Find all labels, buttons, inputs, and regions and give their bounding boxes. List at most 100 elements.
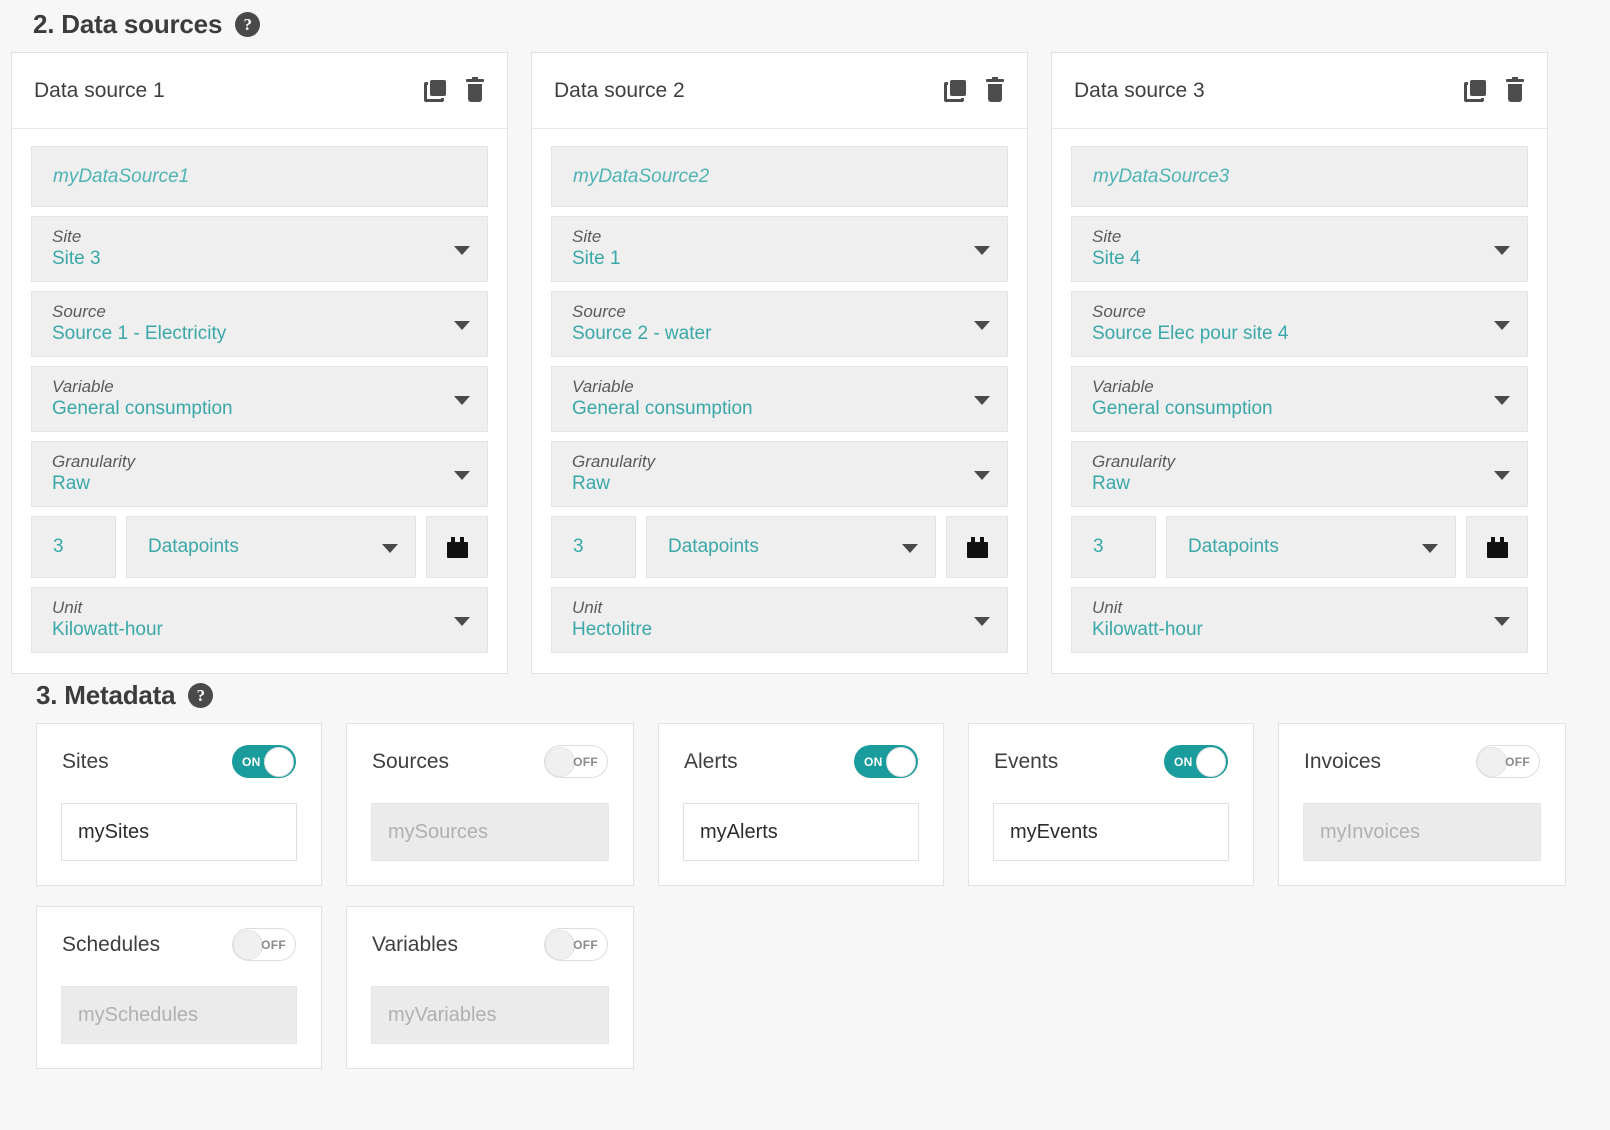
data-source-card-body: myDataSource1 SiteSite 3 SourceSource 1 - … bbox=[12, 129, 507, 673]
copy-icon[interactable] bbox=[424, 80, 446, 102]
metadata-name-input: mySources bbox=[371, 803, 609, 861]
trash-icon[interactable] bbox=[465, 79, 485, 102]
field-value: Source 2 - water bbox=[572, 322, 967, 346]
data-source-field-unit[interactable]: UnitKilowatt-hour bbox=[31, 587, 488, 653]
field-value: Kilowatt-hour bbox=[52, 618, 447, 642]
chevron-down-icon[interactable] bbox=[454, 246, 470, 255]
datapoints-mode-value: Datapoints bbox=[148, 536, 239, 558]
datapoints-mode-select[interactable]: Datapoints bbox=[126, 516, 416, 578]
chevron-down-icon[interactable] bbox=[902, 544, 918, 553]
copy-icon[interactable] bbox=[1464, 80, 1486, 102]
metadata-name-value: myVariables bbox=[388, 1004, 497, 1027]
field-label: Site bbox=[1092, 227, 1487, 247]
field-label: Source bbox=[572, 302, 967, 322]
datapoints-mode-select[interactable]: Datapoints bbox=[646, 516, 936, 578]
metadata-name-input: mySchedules bbox=[61, 986, 297, 1044]
metadata-name-input[interactable]: mySites bbox=[61, 803, 297, 861]
toggle-knob bbox=[1196, 747, 1226, 777]
chevron-down-icon[interactable] bbox=[1494, 321, 1510, 330]
data-source-field-site[interactable]: SiteSite 4 bbox=[1071, 216, 1528, 282]
data-source-field-variable[interactable]: VariableGeneral consumption bbox=[31, 366, 488, 432]
trash-icon[interactable] bbox=[985, 79, 1005, 102]
metadata-toggle[interactable]: OFF bbox=[1476, 745, 1540, 778]
data-source-name-input[interactable]: myDataSource2 bbox=[551, 146, 1008, 207]
chevron-down-icon[interactable] bbox=[454, 471, 470, 480]
data-source-field-variable[interactable]: VariableGeneral consumption bbox=[551, 366, 1008, 432]
chevron-down-icon[interactable] bbox=[1494, 246, 1510, 255]
field-label: Unit bbox=[572, 598, 967, 618]
metadata-name-input[interactable]: myEvents bbox=[993, 803, 1229, 861]
chevron-down-icon[interactable] bbox=[974, 617, 990, 626]
metadata-toggle[interactable]: OFF bbox=[544, 928, 608, 961]
metadata-card-label: Variables bbox=[372, 933, 458, 957]
datapoints-count-input[interactable]: 3 bbox=[1071, 516, 1156, 578]
help-icon[interactable]: ? bbox=[188, 683, 213, 708]
field-label: Unit bbox=[1092, 598, 1487, 618]
field-label: Variable bbox=[572, 377, 967, 397]
chevron-down-icon[interactable] bbox=[974, 246, 990, 255]
data-source-field-source[interactable]: SourceSource 1 - Electricity bbox=[31, 291, 488, 357]
datapoints-count-input[interactable]: 3 bbox=[31, 516, 116, 578]
chevron-down-icon[interactable] bbox=[974, 471, 990, 480]
toggle-state-label: OFF bbox=[261, 938, 286, 952]
field-value: Raw bbox=[1092, 472, 1487, 496]
metadata-card-schedules: SchedulesOFFmySchedules bbox=[36, 906, 322, 1069]
data-source-field-unit[interactable]: UnitHectolitre bbox=[551, 587, 1008, 653]
data-source-field-site[interactable]: SiteSite 3 bbox=[31, 216, 488, 282]
datapoints-count-value: 3 bbox=[1093, 536, 1104, 558]
calendar-button[interactable] bbox=[426, 516, 488, 578]
metadata-card-sites: Sites ON mySites bbox=[36, 723, 322, 886]
copy-icon[interactable] bbox=[944, 80, 966, 102]
data-source-name-placeholder: myDataSource3 bbox=[1093, 166, 1229, 188]
data-source-field-unit[interactable]: UnitKilowatt-hour bbox=[1071, 587, 1528, 653]
chevron-down-icon[interactable] bbox=[454, 396, 470, 405]
data-source-field-source[interactable]: SourceSource 2 - water bbox=[551, 291, 1008, 357]
data-source-card-header: Data source 1 bbox=[12, 53, 507, 129]
data-source-field-variable[interactable]: VariableGeneral consumption bbox=[1071, 366, 1528, 432]
chevron-down-icon[interactable] bbox=[974, 396, 990, 405]
metadata-card-label: Events bbox=[994, 750, 1058, 774]
data-source-field-granularity[interactable]: GranularityRaw bbox=[1071, 441, 1528, 507]
data-source-name-placeholder: myDataSource2 bbox=[573, 166, 709, 188]
chevron-down-icon[interactable] bbox=[382, 544, 398, 553]
datapoints-mode-select[interactable]: Datapoints bbox=[1166, 516, 1456, 578]
chevron-down-icon[interactable] bbox=[974, 321, 990, 330]
data-source-field-granularity[interactable]: GranularityRaw bbox=[31, 441, 488, 507]
chevron-down-icon[interactable] bbox=[1494, 396, 1510, 405]
chevron-down-icon[interactable] bbox=[1422, 544, 1438, 553]
metadata-toggle[interactable]: ON bbox=[1164, 745, 1228, 778]
datapoints-row: 3 Datapoints bbox=[31, 516, 488, 578]
metadata-row-primary: Sites ON mySites SourcesOFF mySources AlertsO… bbox=[36, 723, 1566, 886]
calendar-button[interactable] bbox=[1466, 516, 1528, 578]
metadata-card-header: AlertsON bbox=[683, 745, 919, 778]
calendar-icon bbox=[967, 537, 988, 558]
toggle-state-label: ON bbox=[242, 755, 261, 769]
metadata-card-label: Sites bbox=[62, 750, 109, 774]
field-label: Source bbox=[1092, 302, 1487, 322]
calendar-button[interactable] bbox=[946, 516, 1008, 578]
metadata-toggle[interactable]: ON bbox=[854, 745, 918, 778]
chevron-down-icon[interactable] bbox=[1494, 471, 1510, 480]
data-source-card-body: myDataSource3 SiteSite 4 SourceSource Elec… bbox=[1052, 129, 1547, 673]
chevron-down-icon[interactable] bbox=[1494, 617, 1510, 626]
data-source-card: Data source 2myDataSource2SiteSite 1Sour… bbox=[531, 52, 1028, 674]
data-source-field-source[interactable]: SourceSource Elec pour site 4 bbox=[1071, 291, 1528, 357]
datapoints-count-input[interactable]: 3 bbox=[551, 516, 636, 578]
metadata-toggle[interactable]: OFF bbox=[544, 745, 608, 778]
data-source-name-input[interactable]: myDataSource1 bbox=[31, 146, 488, 207]
data-source-name-input[interactable]: myDataSource3 bbox=[1071, 146, 1528, 207]
calendar-icon bbox=[447, 537, 468, 558]
chevron-down-icon[interactable] bbox=[454, 617, 470, 626]
data-source-field-site[interactable]: SiteSite 1 bbox=[551, 216, 1008, 282]
metadata-toggle[interactable]: OFF bbox=[232, 928, 296, 961]
help-icon[interactable]: ? bbox=[235, 12, 260, 37]
toggle-state-label: ON bbox=[864, 755, 883, 769]
trash-icon[interactable] bbox=[1505, 79, 1525, 102]
chevron-down-icon[interactable] bbox=[454, 321, 470, 330]
data-source-card-body: myDataSource2 SiteSite 1 SourceSource 2 - … bbox=[532, 129, 1027, 673]
field-value: Source 1 - Electricity bbox=[52, 322, 447, 346]
data-source-field-granularity[interactable]: GranularityRaw bbox=[551, 441, 1008, 507]
metadata-name-input[interactable]: myAlerts bbox=[683, 803, 919, 861]
metadata-card-header: SourcesOFF bbox=[371, 745, 609, 778]
metadata-toggle[interactable]: ON bbox=[232, 745, 296, 778]
